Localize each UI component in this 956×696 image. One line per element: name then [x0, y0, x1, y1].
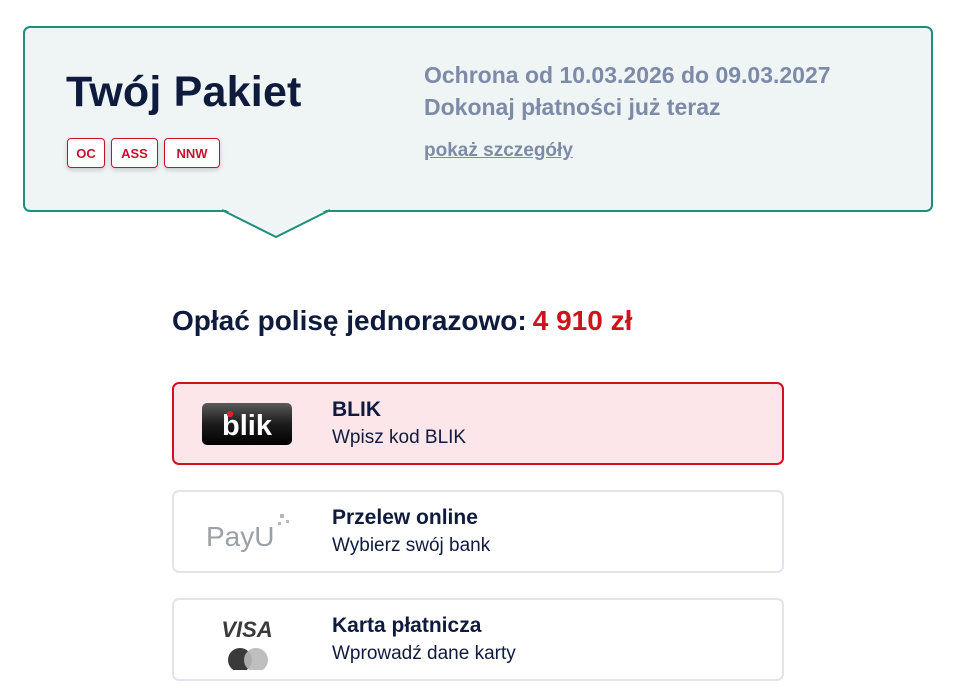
- payment-amount: 4 910 zł: [532, 305, 633, 336]
- payment-method-title: BLIK: [332, 398, 381, 421]
- protection-period: Ochrona od 10.03.2026 do 09.03.2027: [424, 62, 831, 88]
- badge-nnw: NNW: [164, 138, 220, 168]
- svg-text:PayU: PayU: [206, 521, 274, 552]
- blik-logo-icon: blik: [202, 403, 292, 445]
- payment-method-blik[interactable]: blik BLIK Wpisz kod BLIK: [172, 382, 784, 465]
- payu-logo-icon: PayU: [206, 514, 289, 552]
- coverage-badges: OC ASS NNW: [67, 138, 220, 168]
- package-title: Twój Pakiet: [66, 68, 302, 116]
- payment-method-subtitle: Wybierz swój bank: [332, 535, 491, 556]
- svg-text:VISA: VISA: [221, 617, 272, 642]
- badge-oc: OC: [67, 138, 105, 168]
- payment-method-subtitle: Wprowadź dane karty: [332, 643, 516, 664]
- pay-now-prompt: Dokonaj płatności już teraz: [424, 94, 721, 120]
- payment-method-title: Przelew online: [332, 506, 478, 529]
- badge-ass: ASS: [111, 138, 158, 168]
- payment-method-title: Karta płatnicza: [332, 614, 482, 637]
- card-pointer: [222, 208, 330, 239]
- visa-mastercard-logo-icon: VISA: [221, 617, 273, 670]
- payment-method-transfer[interactable]: PayU Przelew online Wybierz swój bank: [172, 490, 784, 573]
- package-summary-card: Twój Pakiet OC ASS NNW Ochrona od 10.03.…: [23, 26, 933, 212]
- payment-method-subtitle: Wpisz kod BLIK: [332, 427, 467, 448]
- payment-method-card[interactable]: VISA Karta płatnicza Wprowadź dane karty: [172, 598, 784, 681]
- show-details-link[interactable]: pokaż szczegóły: [424, 140, 573, 162]
- payment-heading-label: Opłać polisę jednorazowo:: [172, 305, 527, 336]
- payment-heading: Opłać polisę jednorazowo: 4 910 zł: [172, 305, 632, 337]
